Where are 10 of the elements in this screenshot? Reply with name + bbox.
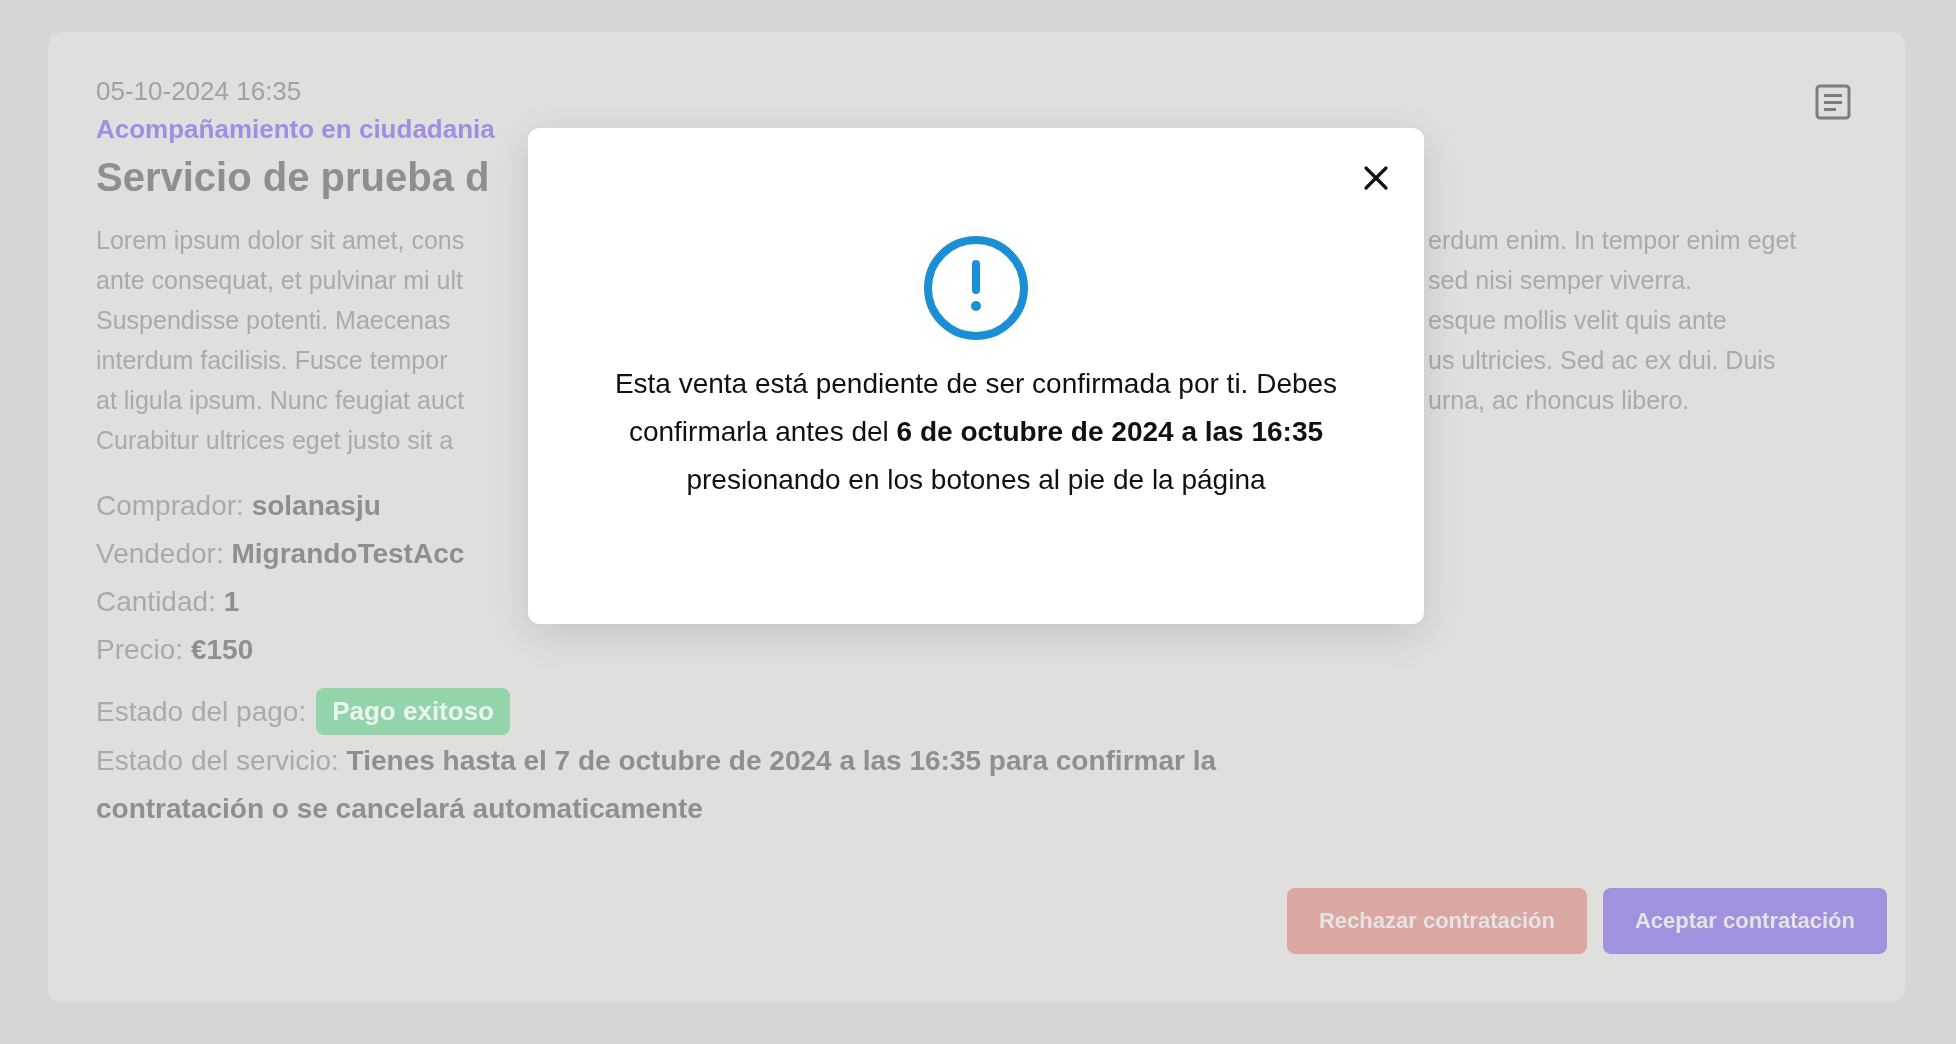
accept-button[interactable]: Aceptar contratación: [1602, 888, 1887, 954]
category-link[interactable]: Acompañamiento en ciudadania: [96, 114, 495, 145]
document-icon[interactable]: [1815, 84, 1851, 120]
exclamation-circle-icon: [922, 234, 1030, 342]
payment-status-badge: Pago exitoso: [316, 688, 510, 735]
modal-message: Esta venta está pendiente de ser confirmada por ti. Debes confirmarla antes del 6 de octubre de 2024 a las 16:35 presionando en los botones al pie de la página: [613, 367, 1339, 497]
reject-button[interactable]: Rechazar contratación: [1286, 888, 1587, 954]
close-icon[interactable]: [1362, 164, 1390, 192]
date-text: 05-10-2024 16:35: [96, 76, 302, 107]
service-title: Servicio de prueba d: [96, 155, 490, 200]
